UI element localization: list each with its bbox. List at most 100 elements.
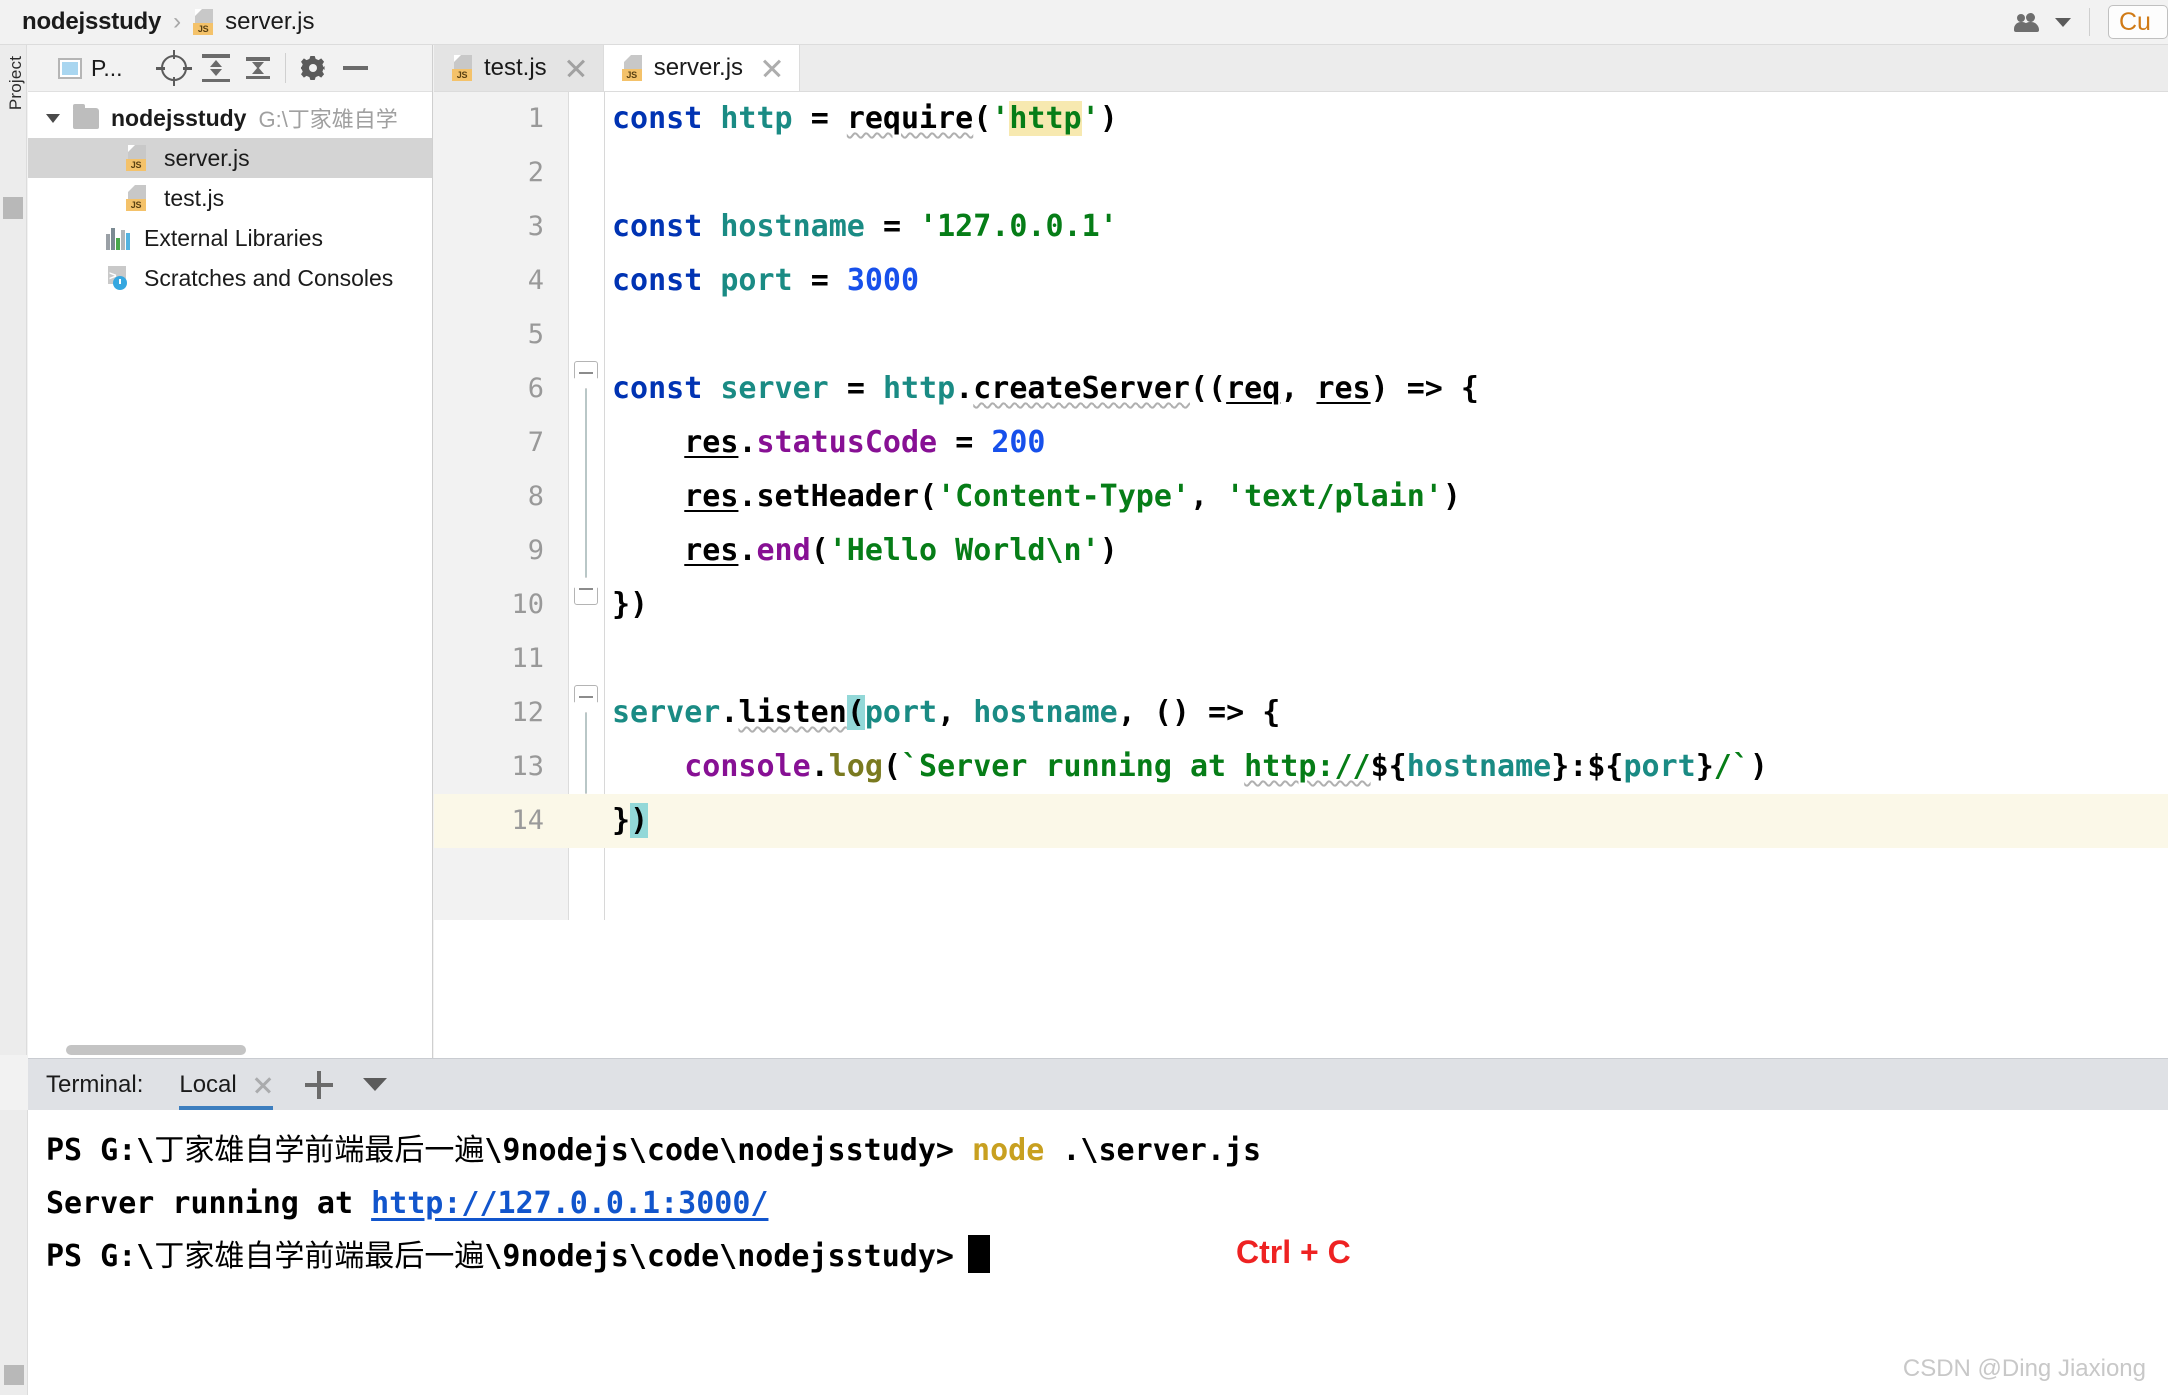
terminal-output-text: Server running at: [46, 1186, 372, 1221]
tree-item-test-js[interactable]: JS test.js: [28, 178, 432, 218]
code-line-3: 3 const hostname = '127.0.0.1': [434, 200, 2168, 254]
gear-icon[interactable]: [292, 47, 334, 89]
close-icon[interactable]: [761, 57, 783, 79]
js-file-icon: JS: [193, 9, 215, 35]
line-number: 12: [511, 697, 544, 728]
code-line-11: 11: [434, 632, 2168, 686]
tree-item-label: nodejsstudy: [111, 104, 247, 131]
terminal-output[interactable]: PS G:\丁家雄自学前端最后一遍\9nodejs\code\nodejsstu…: [28, 1110, 2168, 1395]
line-number: 7: [527, 427, 544, 458]
project-tree: nodejsstudy G:\丁家雄自学 JS server.js JS tes…: [28, 92, 432, 298]
chevron-down-icon[interactable]: [2055, 17, 2071, 27]
tree-item-nodejsstudy[interactable]: nodejsstudy G:\丁家雄自学: [28, 98, 432, 138]
code-line-9: 9 res.end('Hello World\n'): [434, 524, 2168, 578]
code-line-2: 2: [434, 146, 2168, 200]
terminal-link[interactable]: http://127.0.0.1:3000/: [371, 1186, 768, 1221]
minus-icon[interactable]: [334, 47, 376, 89]
tree-item-scratches-and-consoles[interactable]: > Scratches and Consoles: [28, 258, 432, 298]
tool-window-strip-left: Project: [0, 45, 27, 1055]
editor-tab-server-js[interactable]: JS server.js: [603, 45, 801, 91]
select-opened-file-button[interactable]: [153, 47, 195, 89]
line-number: 2: [527, 157, 544, 188]
editor-tab-bar: JS test.js JS server.js: [434, 45, 2168, 92]
code-text: res.end('Hello World\n'): [684, 533, 1118, 568]
project-panel-horizontal-scrollbar[interactable]: [66, 1045, 246, 1055]
toolbar-divider: [2089, 8, 2090, 36]
terminal-command: node: [972, 1133, 1045, 1168]
line-number: 14: [511, 805, 544, 836]
close-icon[interactable]: [253, 1075, 273, 1095]
terminal-header: Terminal: Local: [28, 1058, 2168, 1111]
code-line-8: 8 res.setHeader('Content-Type', 'text/pl…: [434, 470, 2168, 524]
line-number: 13: [511, 751, 544, 782]
js-file-icon: JS: [452, 55, 474, 81]
terminal-tab-label: Local: [179, 1070, 237, 1098]
line-number: 1: [527, 103, 544, 134]
breadcrumb-file[interactable]: JS server.js: [193, 8, 315, 36]
js-file-icon: JS: [126, 145, 148, 171]
tree-item-label: server.js: [164, 144, 250, 171]
project-panel-title[interactable]: P...: [58, 55, 123, 82]
code-line-7: 7 res.statusCode = 200: [434, 416, 2168, 470]
terminal-tab-local[interactable]: Local: [179, 1059, 273, 1111]
line-number: 9: [527, 535, 544, 566]
terminal-prompt: PS G:\: [46, 1239, 155, 1274]
annotation-ctrl-c: Ctrl + C: [1236, 1234, 1351, 1270]
code-text: }): [612, 803, 649, 838]
code-editor[interactable]: 1 const http = require('http') 2 3 const…: [434, 92, 2168, 1058]
project-panel: P... nodejsstudy G:\丁家雄自学 JS server.js J…: [28, 45, 433, 1058]
close-icon[interactable]: [565, 57, 587, 79]
code-text: }): [612, 587, 649, 622]
line-number: 5: [527, 319, 544, 350]
code-line-1: 1 const http = require('http'): [434, 92, 2168, 146]
terminal-command-args: .\server.js: [1062, 1133, 1262, 1168]
code-line-12: 12 server.listen(port, hostname, () => {: [434, 686, 2168, 740]
expand-all-button[interactable]: [195, 47, 237, 89]
code-text: const http = require('http'): [612, 101, 1118, 136]
project-icon: [58, 57, 82, 79]
run-configuration-selector[interactable]: Cu: [2108, 5, 2168, 39]
tree-item-server-js[interactable]: JS server.js: [28, 138, 432, 178]
chevron-down-icon[interactable]: [362, 1078, 387, 1091]
terminal-line-3: PS G:\丁家雄自学前端最后一遍\9nodejs\code\nodejsstu…: [46, 1230, 2168, 1283]
js-file-icon: JS: [126, 185, 148, 211]
project-toolbar: P...: [28, 45, 432, 92]
code-line-13: 13 console.log(`Server running at http:/…: [434, 740, 2168, 794]
breadcrumb-file-label: server.js: [225, 8, 315, 35]
code-lines: 1 const http = require('http') 2 3 const…: [434, 92, 2168, 848]
toolbar-divider: [284, 53, 286, 83]
line-number: 3: [527, 211, 544, 242]
strip-button-upper[interactable]: [3, 197, 23, 219]
people-icon[interactable]: [2014, 11, 2047, 33]
terminal-prompt: PS G:\: [46, 1133, 155, 1168]
strip-button-lower[interactable]: [4, 1365, 24, 1385]
chevron-down-icon[interactable]: [46, 113, 60, 123]
terminal-path-cn: 丁家雄自学前端最后一遍: [154, 1239, 485, 1274]
terminal-line-2: Server running at http://127.0.0.1:3000/: [46, 1177, 2168, 1230]
code-line-6: 6 const server = http.createServer((req,…: [434, 362, 2168, 416]
code-text: res.setHeader('Content-Type', 'text/plai…: [684, 479, 1461, 514]
scratches-icon: >: [106, 266, 132, 290]
code-text: const hostname = '127.0.0.1': [612, 209, 1118, 244]
folder-icon: [73, 103, 99, 129]
topbar-right-controls: Cu: [2014, 0, 2168, 45]
tree-item-external-libraries[interactable]: External Libraries: [28, 218, 432, 258]
line-number: 10: [511, 589, 544, 620]
tool-window-tab-project[interactable]: Project: [6, 43, 26, 123]
editor-tab-label: test.js: [484, 54, 547, 81]
watermark: CSDN @Ding Jiaxiong: [1902, 1355, 2146, 1382]
code-line-10: 10 }): [434, 578, 2168, 632]
collapse-all-button[interactable]: [237, 47, 279, 89]
terminal-cursor: [967, 1235, 990, 1273]
code-line-14: 14 }): [434, 794, 2168, 848]
plus-icon[interactable]: [304, 1070, 333, 1099]
terminal-path-cn: 丁家雄自学前端最后一遍: [154, 1133, 485, 1168]
breadcrumb-project[interactable]: nodejsstudy: [22, 8, 161, 36]
editor-tab-test-js[interactable]: JS test.js: [434, 45, 604, 91]
code-line-4: 4 const port = 3000: [434, 254, 2168, 308]
tree-item-label: Scratches and Consoles: [144, 264, 394, 291]
tree-item-label: External Libraries: [144, 224, 323, 251]
code-text: const server = http.createServer((req, r…: [612, 371, 1479, 406]
line-number: 8: [527, 481, 544, 512]
line-number: 6: [527, 373, 544, 404]
